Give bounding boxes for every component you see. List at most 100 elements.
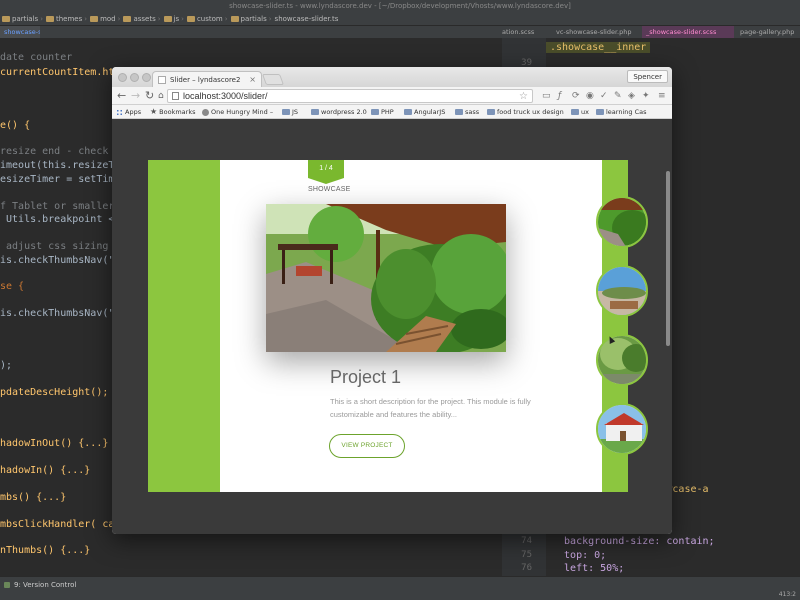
code-line: se {: [0, 281, 25, 292]
ide-window-title: showcase-slider.ts - www.lyndascore.dev …: [0, 0, 800, 12]
code-line: background-size: contain;: [552, 536, 715, 547]
shield-extension-icon[interactable]: ◈: [628, 90, 635, 102]
browser-toolbar: ← → ↻ ⌂ ☆ ▭ ƒ ⟳ ◉ ✓ ✎ ◈ ✦ ≡: [112, 87, 672, 105]
ide-breadcrumb: partials › themes › mod › assets › js › custo…: [0, 12, 800, 26]
thumb-garden-pergola[interactable]: [596, 196, 648, 248]
breadcrumb-item[interactable]: mod ›: [90, 15, 120, 23]
css-selector-breadcrumb: .showcase__inner: [546, 42, 651, 53]
bookmark-folder-learning[interactable]: learning Cas: [596, 105, 647, 119]
close-window-icon[interactable]: [118, 73, 127, 82]
showcase-panel: 1 / 4 SHOWCASE Project 1 This is a short…: [220, 160, 648, 492]
folder-icon: [404, 109, 412, 115]
breadcrumb-item[interactable]: themes ›: [46, 15, 87, 23]
code-line: mbs() {...}: [0, 492, 67, 503]
code-line: date counter: [0, 52, 73, 63]
breadcrumb-item[interactable]: partials ›: [2, 15, 43, 23]
bookmark-folder-food-truck[interactable]: food truck ux design: [487, 105, 564, 119]
pencil-extension-icon[interactable]: ✎: [614, 90, 622, 102]
code-line: nThumbs() {...}: [0, 545, 91, 556]
bookmark-star-icon[interactable]: ☆: [519, 91, 528, 102]
bookmark-folder-ux[interactable]: ux: [571, 105, 589, 119]
code-line: top: 0;: [552, 550, 607, 561]
puzzle-extension-icon[interactable]: ✦: [642, 90, 650, 102]
main-project-photo: [266, 204, 506, 352]
code-editor-left[interactable]: date counter currentCountItem.html(e() {r…: [0, 38, 112, 576]
new-tab-button[interactable]: [261, 74, 285, 85]
bookmark-apps[interactable]: Apps: [116, 105, 141, 119]
code-line: e() {: [0, 120, 31, 131]
eye-extension-icon[interactable]: ◉: [586, 90, 594, 102]
bookmark-folder-sass[interactable]: sass: [455, 105, 479, 119]
line-number: 75: [521, 550, 532, 560]
code-line: is.checkThumbsNav("mo: [0, 255, 112, 266]
code-line: hadowInOut() {...}: [0, 438, 109, 449]
breadcrumb-item[interactable]: js ›: [163, 15, 184, 23]
thumb-pond-garden[interactable]: [596, 334, 648, 386]
folder-icon: [455, 109, 463, 115]
breadcrumb-item[interactable]: assets ›: [123, 15, 161, 23]
home-icon[interactable]: ⌂: [158, 88, 164, 104]
bookmark-folder-angularjs[interactable]: AngularJS: [404, 105, 445, 119]
zoom-window-icon[interactable]: [142, 73, 151, 82]
minimize-window-icon[interactable]: [130, 73, 139, 82]
ide-tab[interactable]: page-gallery.php: [736, 26, 800, 38]
ide-tab[interactable]: showcase-slider.ts: [0, 26, 40, 38]
browser-titlebar: Slider – lyndascore2 × Spencer: [112, 67, 672, 87]
folder-icon: [90, 15, 99, 22]
profile-button[interactable]: Spencer: [627, 70, 668, 83]
thumb-red-roof-house[interactable]: [596, 403, 648, 455]
code-line: adjust css sizing fo: [6, 241, 109, 252]
bookmark-bookmarks[interactable]: ★ Bookmarks: [150, 105, 196, 119]
code-line: esizeTimer = setTimeo: [0, 174, 112, 185]
code-line: );: [0, 360, 13, 371]
ide-status-bar: 9: Version Control 413:2: [0, 576, 800, 600]
browser-tab[interactable]: Slider – lyndascore2 ×: [152, 71, 262, 87]
bookmark-one-hungry-mind[interactable]: One Hungry Mind –: [202, 105, 273, 119]
cursor-position: 413:2: [778, 591, 796, 598]
breadcrumb-item[interactable]: showcase-slider.ts: [275, 15, 339, 23]
folder-icon: [311, 109, 319, 115]
folder-icon: [46, 15, 54, 22]
breadcrumb-item[interactable]: partials ›: [230, 15, 272, 23]
code-line: hadowIn() {...}: [0, 465, 91, 476]
code-line: pdateDescHeight();: [0, 387, 109, 398]
url-input[interactable]: [183, 91, 516, 101]
breadcrumb-item[interactable]: custom ›: [186, 15, 228, 23]
bookmark-folder-js[interactable]: JS: [282, 105, 298, 119]
page-scrollbar[interactable]: [666, 171, 670, 346]
menu-hamburger-icon[interactable]: ≡: [658, 90, 666, 102]
code-line: imeout(this.resizeTim: [0, 160, 112, 171]
folder-icon: [571, 109, 579, 115]
function-extension-icon[interactable]: ƒ: [558, 90, 561, 102]
check-extension-icon[interactable]: ✓: [600, 90, 608, 102]
refresh-extension-icon[interactable]: ⟳: [572, 90, 580, 102]
folder-icon: [596, 109, 604, 115]
code-line: mbsClickHandler( cal: [0, 519, 112, 530]
folder-icon: [163, 15, 172, 22]
address-bar[interactable]: ☆: [167, 89, 533, 103]
slide-counter-badge: 1 / 4: [308, 160, 344, 184]
ide-tab[interactable]: ation.scss: [498, 26, 550, 38]
forward-arrow-icon[interactable]: →: [131, 88, 140, 104]
bookmark-folder-wordpress[interactable]: wordpress 2.0: [311, 105, 367, 119]
ide-tab[interactable]: vc-showcase-slider.php: [552, 26, 640, 38]
folder-icon: [487, 109, 495, 115]
showcase-slider: 1 / 4 SHOWCASE Project 1 This is a short…: [148, 160, 648, 492]
ide-tab-bar: showcase-slider.ts ation.scss vc-showcas…: [0, 26, 800, 38]
cast-icon[interactable]: ▭: [542, 90, 551, 102]
version-control-tool-button[interactable]: 9: Version Control: [4, 581, 76, 589]
reload-icon[interactable]: ↻: [145, 88, 154, 104]
code-line: resize end - check to: [0, 146, 109, 157]
folder-icon: [2, 15, 10, 22]
view-project-button[interactable]: VIEW PROJECT: [329, 434, 405, 458]
folder-icon: [282, 109, 290, 115]
close-icon[interactable]: ×: [249, 75, 256, 84]
bookmarks-bar: Apps ★ Bookmarks One Hungry Mind – JS wor…: [112, 105, 672, 119]
back-arrow-icon[interactable]: ←: [117, 88, 126, 104]
thumb-patio-deck[interactable]: [596, 265, 648, 317]
ide-tab[interactable]: _showcase-slider.scss: [642, 26, 734, 38]
bookmark-folder-php[interactable]: PHP: [371, 105, 394, 119]
version-control-icon: [4, 582, 10, 588]
folder-icon: [371, 109, 379, 115]
browser-window: Slider – lyndascore2 × Spencer ← → ↻ ⌂ ☆…: [112, 67, 672, 534]
